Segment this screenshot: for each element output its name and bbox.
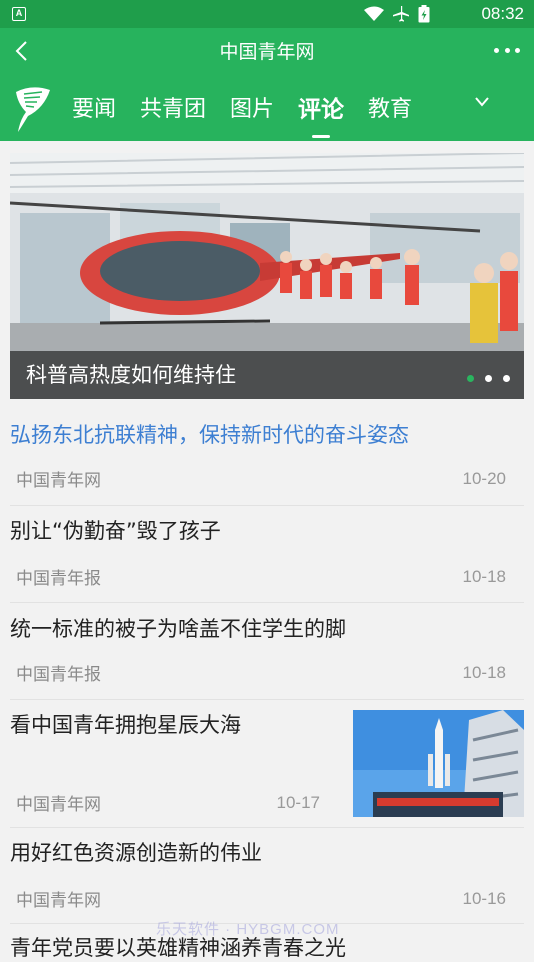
carousel-dot-2[interactable] (485, 375, 492, 382)
list-item[interactable]: 别让“伪勤奋”毁了孩子 中国青年报 10-18 (10, 506, 524, 603)
wifi-icon (364, 6, 384, 21)
tab-pictures[interactable]: 图片 (230, 92, 274, 132)
page-title: 中国青年网 (219, 41, 315, 63)
status-bar: A 08:32 (0, 0, 534, 28)
list-item[interactable]: 用好红色资源创造新的伟业 中国青年网 10-16 (10, 828, 524, 924)
news-title[interactable]: 用好红色资源创造新的伟业 (10, 839, 262, 867)
app-header: 中国青年网 要闻 共青团 图片 评论 教育 (0, 28, 534, 141)
more-options-icon[interactable] (494, 48, 520, 54)
carousel-caption[interactable]: 科普高热度如何维持住 (26, 361, 236, 389)
airplane-icon (393, 6, 409, 22)
list-item[interactable]: 统一标准的被子为啥盖不住学生的脚 中国青年报 10-18 (10, 603, 524, 700)
news-source: 中国青年网 (16, 471, 101, 491)
news-title[interactable]: 弘扬东北抗联精神，保持新时代的奋斗姿态 (10, 421, 409, 449)
category-tabs: 要闻 共青团 图片 评论 教育 (72, 92, 436, 138)
battery-icon (418, 5, 430, 23)
news-date: 10-18 (462, 567, 506, 586)
chevron-down-icon[interactable] (474, 96, 490, 108)
tab-youth-league[interactable]: 共青团 (140, 92, 206, 132)
youth-net-logo[interactable] (14, 86, 52, 134)
list-item[interactable]: 看中国青年拥抱星辰大海 中国青年网 10-17 (10, 700, 524, 828)
news-source: 中国青年网 (16, 891, 101, 911)
rocket-launch-thumbnail[interactable] (353, 710, 524, 817)
carousel-dot-3[interactable] (503, 375, 510, 382)
news-date: 10-18 (462, 663, 506, 682)
status-icons (364, 5, 430, 23)
list-item[interactable]: 弘扬东北抗联精神，保持新时代的奋斗姿态 中国青年网 10-20 (10, 400, 524, 506)
carousel-dot-1[interactable] (467, 375, 474, 382)
news-source: 中国青年网 (16, 795, 101, 815)
news-source: 中国青年报 (16, 665, 101, 685)
news-title[interactable]: 统一标准的被子为啥盖不住学生的脚 (10, 615, 346, 643)
app-notification-icon: A (12, 7, 26, 21)
news-title[interactable]: 别让“伪勤奋”毁了孩子 (10, 517, 221, 545)
featured-carousel[interactable]: 科普高热度如何维持住 (10, 153, 524, 399)
clock-time: 08:32 (481, 4, 524, 23)
news-date: 10-20 (462, 469, 506, 488)
news-date: 10-17 (276, 793, 320, 812)
carousel-indicator (467, 375, 510, 382)
news-source: 中国青年报 (16, 569, 101, 589)
news-date: 10-16 (462, 889, 506, 908)
tab-headlines[interactable]: 要闻 (72, 92, 116, 132)
tab-commentary[interactable]: 评论 (298, 92, 344, 138)
watermark-text: 乐天软件 · HYBGM.COM (156, 921, 340, 938)
news-title[interactable]: 看中国青年拥抱星辰大海 (10, 711, 241, 739)
tab-education[interactable]: 教育 (368, 92, 412, 132)
rocket-launch-image (353, 710, 524, 817)
